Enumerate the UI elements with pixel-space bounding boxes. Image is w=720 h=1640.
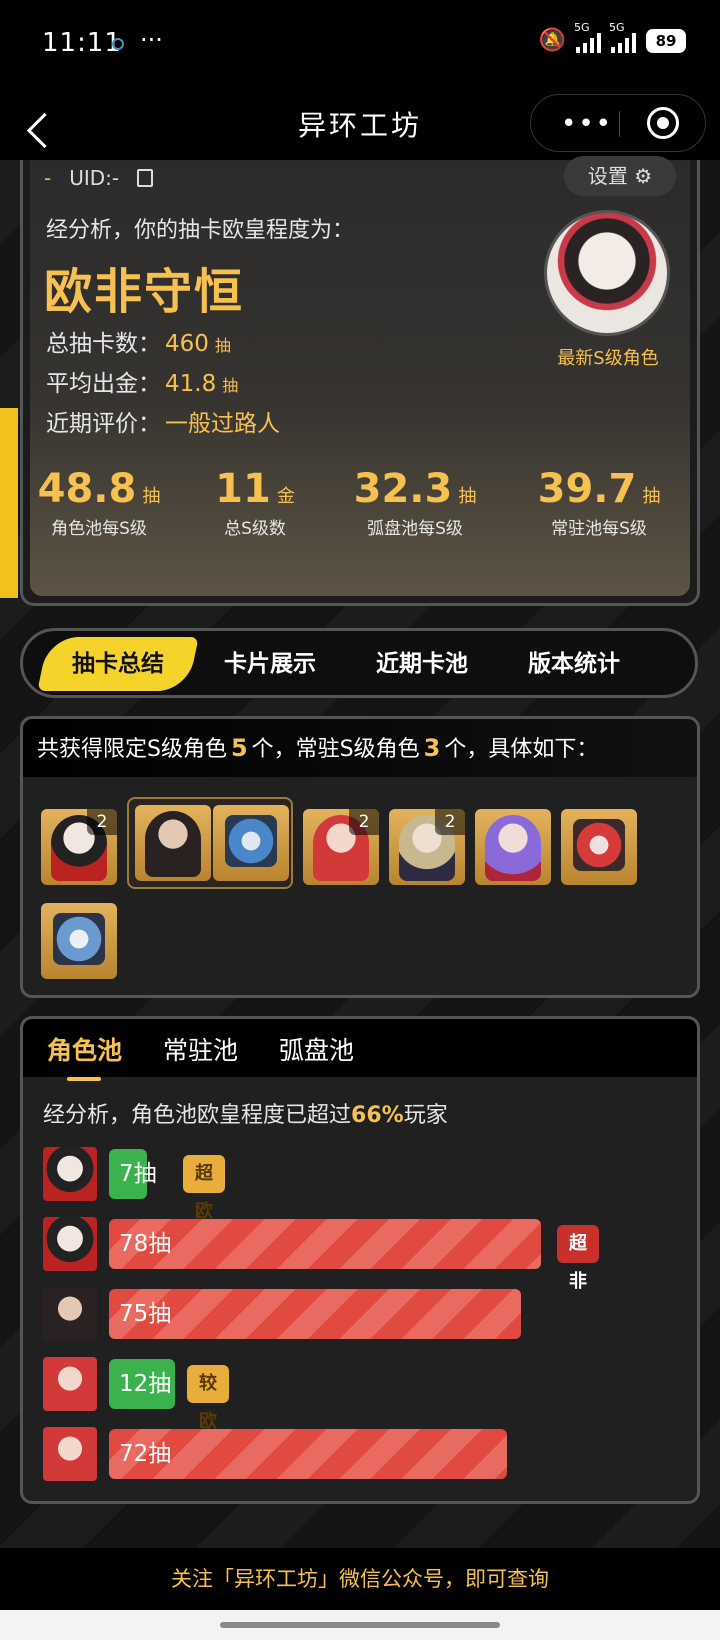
pull-count-bar: 78抽 [109, 1219, 541, 1269]
metric-total-s: 11 金总S级数 [215, 466, 295, 539]
pull-count-bar: 12抽 [109, 1359, 175, 1409]
settings-button[interactable]: 设置 ⚙ [564, 156, 676, 196]
pull-count-bar: 75抽 [109, 1289, 521, 1339]
character-avatar [43, 1427, 97, 1481]
profile-card: - UID:- 设置 ⚙ 经分析，你的抽卡欧皇程度为： 欧非守恒 总抽卡数： 460… [30, 156, 690, 596]
character-avatar [43, 1147, 97, 1201]
main-tab-bar: 抽卡总结 卡片展示 近期卡池 版本统计 [20, 628, 698, 698]
close-target-icon[interactable] [647, 107, 679, 139]
character-avatar [43, 1217, 97, 1271]
side-accent-bar [0, 408, 18, 598]
signal-icon: 5G [609, 21, 636, 53]
metric-disc-pool: 32.3 抽弧盘池每S级 [353, 466, 477, 539]
tab-version-stats[interactable]: 版本统计 [499, 637, 649, 691]
mini-program-capsule: ••• [530, 94, 706, 152]
tab-character-pool[interactable]: 角色池 [47, 1031, 122, 1081]
tab-standard-pool[interactable]: 常驻池 [163, 1031, 238, 1067]
character-with-disc-group[interactable] [127, 797, 293, 889]
character-tile[interactable] [475, 809, 551, 885]
total-pulls: 总抽卡数： 460 抽 [46, 331, 231, 357]
status-icons: 🔕 5G 5G 89 [538, 21, 686, 53]
rating-badge: 超欧 [183, 1155, 225, 1222]
pull-count-bar: 72抽 [109, 1429, 507, 1479]
avatar-caption: 最新S级角色 [557, 348, 659, 369]
metric-standard-pool: 39.7 抽常驻池每S级 [537, 466, 661, 539]
average-gold: 平均出金： 41.8 抽 [46, 371, 239, 397]
uid-row: - UID:- [44, 166, 154, 190]
home-indicator[interactable] [220, 1622, 500, 1628]
mute-icon: 🔕 [538, 28, 566, 53]
tab-cards[interactable]: 卡片展示 [195, 637, 345, 691]
more-menu-button[interactable]: ••• [561, 109, 613, 139]
rating-badge: 超非 [557, 1225, 599, 1292]
pool-analysis-text: 经分析，角色池欧皇程度已超过66%玩家 [43, 1103, 448, 1128]
character-tile [135, 805, 211, 881]
duplicate-count: 2 [87, 809, 117, 835]
pool-panel: 角色池 常驻池 弧盘池 经分析，角色池欧皇程度已超过66%玩家 7抽 超欧 78… [20, 1016, 700, 1504]
luck-verdict: 欧非守恒 [44, 264, 245, 320]
status-time: 11:11 [42, 28, 122, 58]
metric-character-pool: 48.8 抽角色池每S级 [37, 466, 161, 539]
summary-heading: 共获得限定S级角色 5 个，常驻S级角色 3 个，具体如下： [23, 719, 697, 777]
character-tile[interactable]: 2 [303, 809, 379, 885]
disc-tile [213, 805, 289, 881]
duplicate-count: 2 [435, 809, 465, 835]
duplicate-count: 2 [349, 809, 379, 835]
uid-text: UID:- [69, 166, 120, 190]
status-bar: 11:11 ··· 🔕 5G 5G 89 [0, 0, 720, 90]
s-rank-summary-panel: 共获得限定S级角色 5 个，常驻S级角色 3 个，具体如下： 2 2 2 [20, 716, 700, 998]
signal-icon: 5G [574, 21, 601, 53]
analysis-text: 经分析，你的抽卡欧皇程度为： [46, 218, 355, 243]
recent-rating: 近期评价： 一般过路人 [46, 411, 280, 437]
footer-notice: 关注「异环工坊」微信公众号，即可查询 [0, 1548, 720, 1610]
battery-icon: 89 [646, 28, 686, 53]
tab-disc-pool[interactable]: 弧盘池 [279, 1031, 354, 1067]
nav-header: 异环工坊 ••• [0, 90, 720, 160]
character-tile[interactable]: 2 [41, 809, 117, 885]
capsule-divider [619, 111, 620, 137]
tab-summary[interactable]: 抽卡总结 [37, 637, 199, 691]
disc-tile[interactable] [561, 809, 637, 885]
latest-s-character-avatar [544, 210, 670, 336]
location-icon [112, 38, 124, 50]
copy-icon[interactable] [137, 169, 154, 187]
character-avatar [43, 1357, 97, 1411]
tab-recent-pools[interactable]: 近期卡池 [347, 637, 497, 691]
more-notifications-icon: ··· [140, 26, 163, 54]
rating-badge: 较欧 [187, 1365, 229, 1432]
character-avatar [43, 1287, 97, 1341]
pool-tab-bar: 角色池 常驻池 弧盘池 [23, 1019, 697, 1081]
disc-tile[interactable] [41, 903, 117, 979]
character-tile[interactable]: 2 [389, 809, 465, 885]
pull-count-bar: 7抽 [109, 1149, 157, 1199]
